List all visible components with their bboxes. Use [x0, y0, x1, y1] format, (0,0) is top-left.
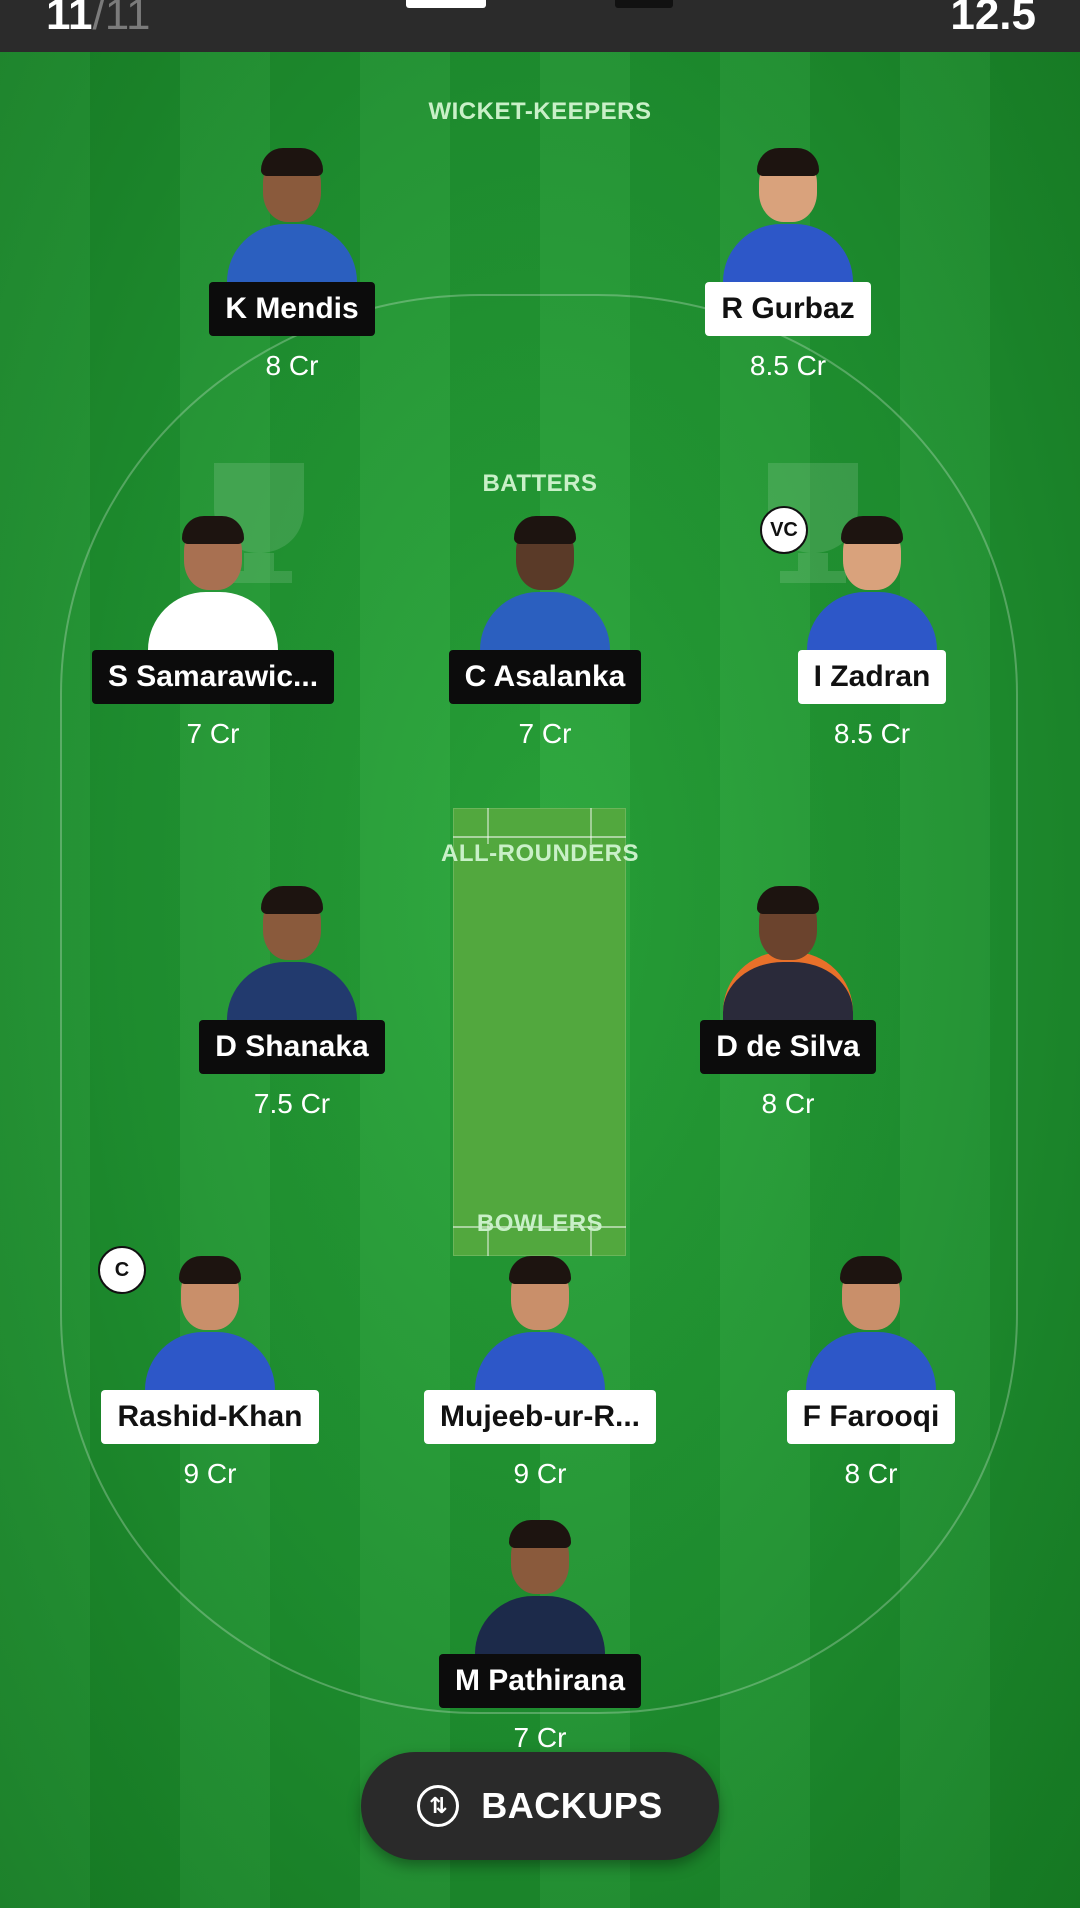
backups-button[interactable]: ⇅ BACKUPS: [361, 1752, 719, 1860]
players-total: /11: [92, 0, 151, 39]
player-avatar: [143, 516, 283, 650]
player-name: D Shanaka: [199, 1020, 385, 1074]
players-selected: 11: [46, 0, 93, 39]
player-name: K Mendis: [209, 282, 375, 336]
player-avatar: [222, 886, 362, 1020]
player-card[interactable]: Rashid-Khan 9 Cr: [70, 1256, 350, 1490]
player-card[interactable]: S Samarawic... 7 Cr: [73, 516, 353, 750]
backups-label: BACKUPS: [481, 1785, 663, 1826]
player-card[interactable]: D Shanaka 7.5 Cr: [152, 886, 432, 1120]
player-card[interactable]: Mujeeb-ur-R... 9 Cr: [400, 1256, 680, 1490]
player-credits: 7 Cr: [518, 718, 572, 749]
player-card[interactable]: F Farooqi 8 Cr: [731, 1256, 1011, 1490]
player-avatar: [718, 148, 858, 282]
player-card[interactable]: M Pathirana 7 Cr: [400, 1520, 680, 1754]
player-avatar: [801, 1256, 941, 1390]
player-credits: 8 Cr: [761, 1088, 815, 1119]
player-name: S Samarawic...: [91, 650, 335, 704]
player-credits: 9 Cr: [513, 1458, 567, 1489]
player-name: C Asalanka: [448, 650, 642, 704]
team-b-indicator: [615, 0, 673, 8]
player-credits: 8 Cr: [265, 350, 319, 381]
player-credits: 7 Cr: [513, 1722, 567, 1753]
team-a-indicator: [406, 0, 486, 8]
pitch: [453, 808, 626, 1256]
player-name: F Farooqi: [786, 1390, 956, 1444]
players-count: 11/11: [46, 0, 150, 40]
player-credits: 8 Cr: [844, 1458, 898, 1489]
player-credits: 8.5 Cr: [833, 718, 911, 749]
team-status-bar: 11/11 12.5: [0, 0, 1080, 52]
captain-badge: C: [98, 1246, 146, 1294]
player-credits: 8.5 Cr: [749, 350, 827, 381]
player-credits: 7 Cr: [186, 718, 240, 749]
player-name: Mujeeb-ur-R...: [424, 1390, 656, 1444]
player-avatar: [802, 516, 942, 650]
player-name: M Pathirana: [438, 1654, 642, 1708]
player-credits: 7.5 Cr: [253, 1088, 331, 1119]
player-avatar: [470, 1520, 610, 1654]
player-card[interactable]: I Zadran 8.5 Cr: [732, 516, 1012, 750]
player-card[interactable]: C Asalanka 7 Cr: [405, 516, 685, 750]
section-bowlers: BOWLERS: [476, 1210, 604, 1237]
player-avatar: [718, 886, 858, 1020]
player-name: I Zadran: [797, 650, 947, 704]
player-name: Rashid-Khan: [101, 1390, 319, 1444]
player-name: D de Silva: [700, 1020, 876, 1074]
section-all-rounders: ALL-ROUNDERS: [441, 840, 639, 867]
section-wicket-keepers: WICKET-KEEPERS: [428, 98, 652, 125]
player-name: R Gurbaz: [705, 282, 871, 336]
player-avatar: [475, 516, 615, 650]
player-card[interactable]: D de Silva 8 Cr: [648, 886, 928, 1120]
player-avatar: [470, 1256, 610, 1390]
swap-arrows-icon: ⇅: [417, 1785, 460, 1827]
player-credits: 9 Cr: [183, 1458, 237, 1489]
player-avatar: [222, 148, 362, 282]
vice-captain-badge: VC: [760, 506, 808, 554]
credits-left: 12.5: [950, 0, 1036, 39]
section-batters: BATTERS: [482, 470, 598, 497]
player-card[interactable]: R Gurbaz 8.5 Cr: [648, 148, 928, 382]
player-avatar: [140, 1256, 280, 1390]
player-card[interactable]: K Mendis 8 Cr: [152, 148, 432, 382]
